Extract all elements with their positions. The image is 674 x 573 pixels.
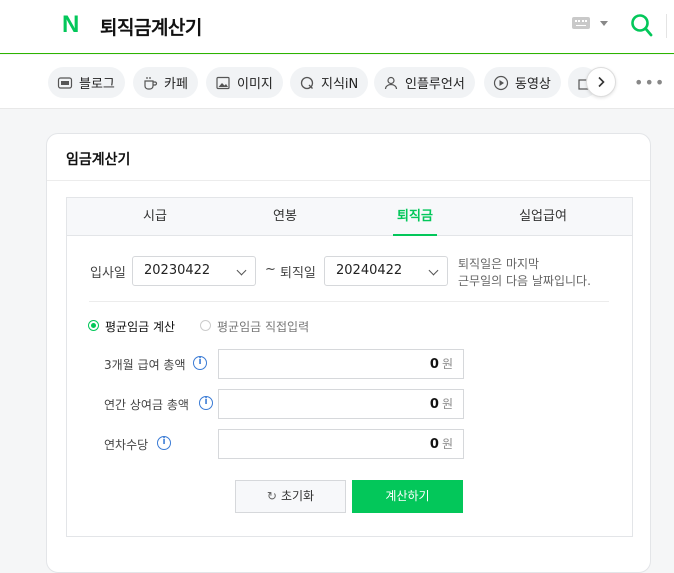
field-label-3month-pay: 3개월 급여 총액 bbox=[104, 358, 186, 372]
reset-button[interactable]: ↻ 초기화 bbox=[235, 480, 346, 513]
search-query[interactable]: 퇴직금계산기 bbox=[100, 13, 202, 40]
cafe-icon bbox=[142, 75, 158, 91]
keyboard-icon[interactable] bbox=[572, 17, 590, 29]
knowledge-icon bbox=[299, 75, 315, 91]
naver-logo[interactable]: N bbox=[62, 11, 79, 39]
more-menu-button[interactable]: ••• bbox=[634, 73, 665, 92]
field-unit: 원 bbox=[441, 357, 453, 371]
end-date-note: 퇴직일은 마지막 근무일의 다음 날짜입니다. bbox=[458, 256, 591, 290]
tab-label: 지식iN bbox=[321, 77, 359, 92]
tab-blog[interactable]: 블로그 bbox=[48, 67, 125, 98]
caret-down-icon[interactable] bbox=[600, 21, 608, 26]
date-range-separator: ~ bbox=[265, 262, 276, 277]
calculator-panel: 시급 연봉 퇴직금 실업급여 입사일 20230422 ~ 퇴직일 202404… bbox=[66, 197, 633, 537]
tab-influencer[interactable]: 인플루언서 bbox=[374, 67, 475, 98]
radio-direct-input[interactable] bbox=[200, 320, 211, 331]
card-title: 임금계산기 bbox=[66, 152, 131, 168]
tab-cafe[interactable]: 카페 bbox=[133, 67, 198, 98]
tab-unemployment[interactable]: 실업급여 bbox=[513, 198, 573, 236]
radio-direct-input-label[interactable]: 평균임금 직접입력 bbox=[217, 318, 309, 335]
search-icon bbox=[631, 14, 653, 37]
field-unit: 원 bbox=[441, 437, 453, 451]
tab-severance[interactable]: 퇴직금 bbox=[393, 198, 437, 236]
start-date-value: 20230422 bbox=[144, 263, 211, 278]
start-date-label: 입사일 bbox=[90, 266, 126, 281]
tab-video[interactable]: 동영상 bbox=[484, 67, 561, 98]
input-annual-bonus[interactable]: 0원 bbox=[218, 389, 464, 419]
refresh-icon: ↻ bbox=[266, 489, 277, 503]
end-date-select[interactable]: 20240422 bbox=[324, 256, 448, 286]
tabs-scroll-right-button[interactable] bbox=[586, 67, 616, 97]
field-value: 0 bbox=[429, 397, 439, 412]
tab-label: 이미지 bbox=[237, 77, 273, 92]
input-annual-leave-pay[interactable]: 0원 bbox=[218, 429, 464, 459]
radio-average-wage[interactable] bbox=[88, 320, 99, 331]
info-icon[interactable]: i bbox=[157, 436, 171, 450]
chevron-down-icon bbox=[236, 265, 247, 276]
field-value: 0 bbox=[429, 357, 439, 372]
calculator-tabs: 시급 연봉 퇴직금 실업급여 bbox=[67, 198, 632, 236]
tab-knowledge[interactable]: 지식iN bbox=[290, 67, 369, 98]
chevron-right-icon bbox=[598, 76, 605, 88]
section-divider bbox=[89, 301, 609, 302]
end-date-value: 20240422 bbox=[336, 263, 403, 278]
image-icon bbox=[215, 75, 231, 91]
info-icon[interactable]: i bbox=[193, 356, 207, 370]
input-3month-pay[interactable]: 0원 bbox=[218, 349, 464, 379]
blog-icon bbox=[57, 75, 73, 91]
wage-calculator-card: 임금계산기 시급 연봉 퇴직금 실업급여 입사일 20230422 ~ 퇴직일 … bbox=[46, 133, 651, 573]
tab-hourly[interactable]: 시급 bbox=[135, 198, 175, 236]
chevron-down-icon bbox=[428, 265, 439, 276]
card-divider bbox=[47, 180, 650, 181]
person-icon bbox=[383, 75, 399, 91]
reset-label: 초기화 bbox=[280, 489, 315, 503]
tab-label: 동영상 bbox=[515, 77, 551, 92]
header-divider bbox=[666, 14, 667, 38]
search-tabs-bar: 블로그 카페 이미지 지식iN 인플루언서 동영상 ••• bbox=[0, 55, 674, 109]
search-button[interactable] bbox=[630, 13, 654, 39]
note-line: 퇴직일은 마지막 bbox=[458, 257, 540, 271]
info-icon[interactable]: i bbox=[199, 396, 213, 410]
tab-label: 카페 bbox=[164, 77, 188, 92]
start-date-select[interactable]: 20230422 bbox=[132, 256, 256, 286]
tab-annual-salary[interactable]: 연봉 bbox=[265, 198, 305, 236]
field-value: 0 bbox=[429, 437, 439, 452]
tab-label: 인플루언서 bbox=[405, 77, 465, 92]
header: N 퇴직금계산기 bbox=[0, 0, 674, 54]
radio-average-wage-label[interactable]: 평균임금 계산 bbox=[105, 318, 175, 335]
field-unit: 원 bbox=[441, 397, 453, 411]
field-label-annual-bonus: 연간 상여금 총액 bbox=[104, 398, 189, 412]
end-date-label: 퇴직일 bbox=[280, 266, 316, 281]
calculate-button[interactable]: 계산하기 bbox=[352, 480, 463, 513]
tab-image[interactable]: 이미지 bbox=[206, 67, 283, 98]
field-label-annual-leave: 연차수당 bbox=[104, 438, 149, 452]
play-icon bbox=[493, 75, 509, 91]
note-line: 근무일의 다음 날짜입니다. bbox=[458, 274, 591, 288]
tab-label: 블로그 bbox=[79, 77, 115, 92]
